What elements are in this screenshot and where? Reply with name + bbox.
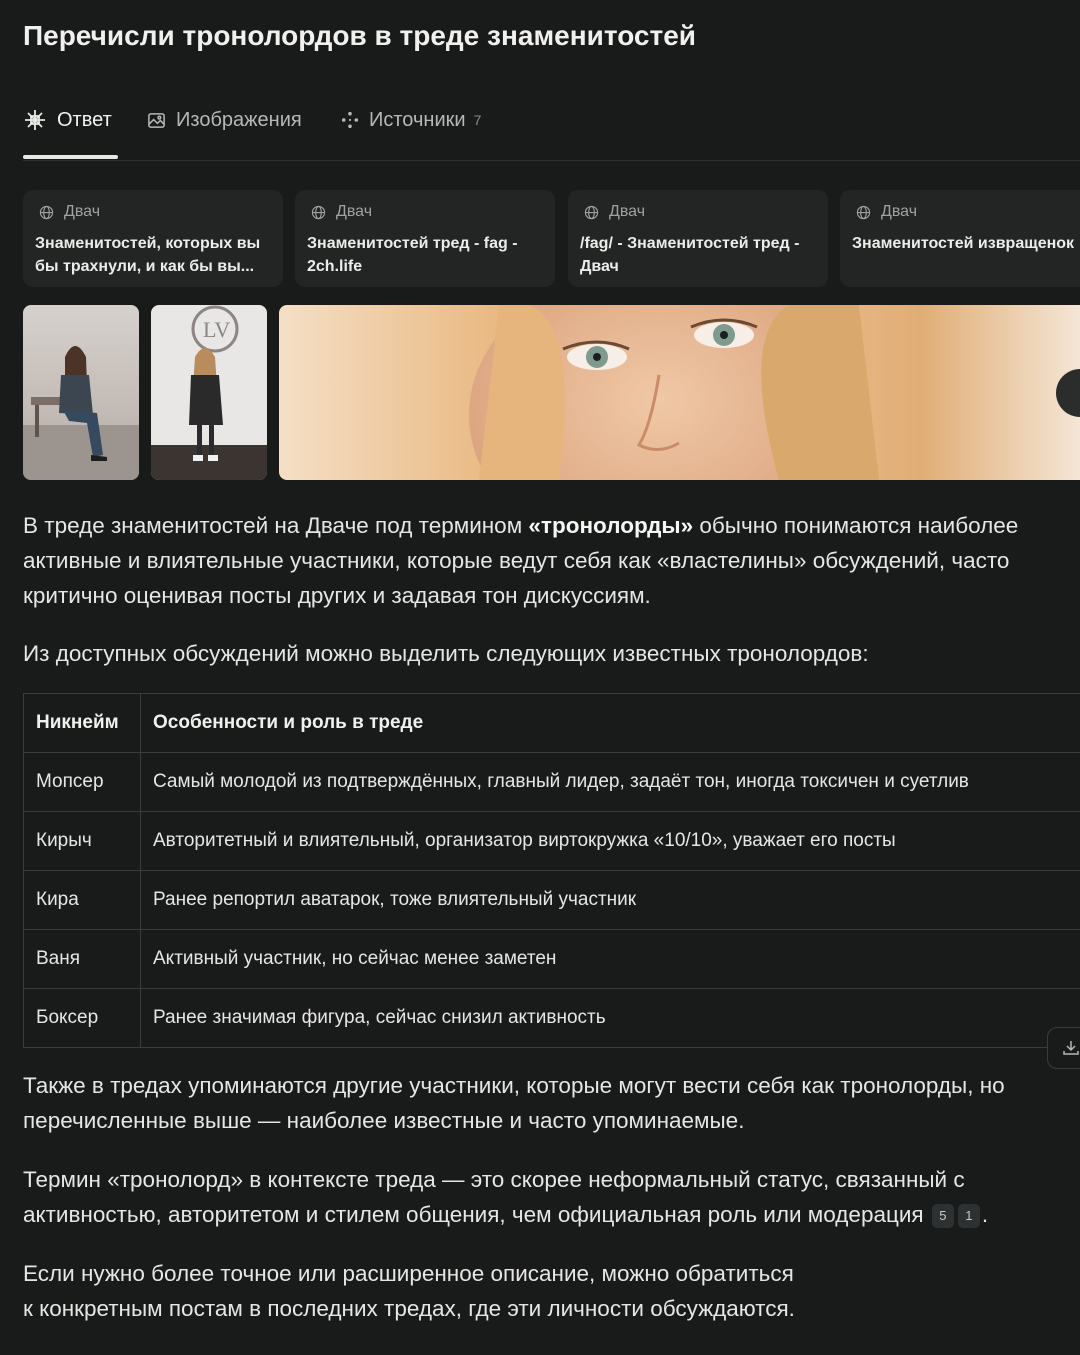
image-icon	[148, 112, 165, 128]
table-row: Ваня Активный участник, но сейчас менее …	[23, 929, 1080, 989]
table-header: Никнейм	[23, 693, 141, 753]
intro-text: В треде знаменитостей на Дваче под терми…	[23, 513, 529, 538]
answer-paragraph-more: Если нужно более точное или расширенное …	[23, 1256, 1063, 1326]
source-title: Знаменитостей извращенок тред #11 - hc -…	[852, 235, 1078, 252]
answer-paragraph-also: Также в тредах упоминаются другие участн…	[23, 1073, 1005, 1133]
table-row: Мопсер Самый молодой из подтверждённых, …	[23, 752, 1080, 812]
source-title: /fag/ - Знаменитостей тред - Двач	[580, 235, 800, 275]
table-row: Боксер Ранее значимая фигура, сейчас сни…	[23, 988, 1080, 1048]
sources-count: 7	[473, 112, 482, 128]
source-card[interactable]: Двач Знаменитостей, которых вы бы трахну…	[23, 190, 283, 287]
term-text: Термин «тронолорд» в контексте треда — э…	[23, 1167, 965, 1227]
download-icon	[1063, 1041, 1079, 1055]
globe-icon	[39, 205, 54, 219]
table-cell-nickname: Кирыч	[23, 811, 141, 871]
sources-icon	[341, 111, 359, 129]
page-title: Перечисли тронолордов в треде знаменитос…	[23, 20, 696, 51]
table-cell-role: Авторитетный и влиятельный, организатор …	[140, 811, 1080, 871]
source-title: Знаменитостей, которых вы бы трахнули, и…	[35, 235, 261, 275]
term-end-punct: .	[981, 1202, 989, 1227]
answer-intro: В треде знаменитостей на Дваче под терми…	[23, 508, 1063, 613]
source-cards: Двач Знаменитостей, которых вы бы трахну…	[23, 190, 1080, 287]
table-cell-nickname: Боксер	[23, 988, 141, 1048]
table-cell-role: Ранее репортил аватарок, тоже влиятельны…	[140, 870, 1080, 930]
table-cell-role: Ранее значимая фигура, сейчас снизил акт…	[140, 988, 1080, 1048]
result-image[interactable]	[23, 305, 139, 480]
more-text-line: к конкретным постам в последних тредах, …	[23, 1296, 795, 1321]
table-cell-role: Самый молодой из подтверждённых, главный…	[140, 752, 1080, 812]
source-card[interactable]: Двач /fag/ - Знаменитостей тред - Двач	[568, 190, 828, 287]
globe-icon	[856, 205, 871, 219]
tab-sources-label: Источники	[369, 108, 466, 131]
table-header: Особенности и роль в треде	[140, 693, 1080, 753]
source-site: Двач	[336, 203, 373, 220]
table-cell-nickname: Мопсер	[23, 752, 141, 812]
tab-images-label: Изображения	[176, 108, 302, 131]
download-table-button[interactable]	[1047, 1027, 1080, 1069]
table-cell-nickname: Ваня	[23, 929, 141, 989]
answer-paragraph-term: Термин «тронолорд» в контексте треда — э…	[23, 1162, 1063, 1232]
more-text-line: Если нужно более точное или расширенное …	[23, 1261, 794, 1286]
result-image-portrait[interactable]	[279, 305, 1080, 480]
tab-sources[interactable]: Источники 7	[341, 100, 481, 140]
intro-term: «тронолорды»	[528, 513, 694, 538]
tronolords-table: Никнейм Особенности и роль в треде Мопсе…	[23, 693, 1080, 1048]
active-tab-indicator	[23, 155, 118, 159]
tab-answer[interactable]: Ответ	[23, 100, 112, 140]
answer-icon	[25, 110, 45, 130]
table-header-row: Никнейм Особенности и роль в треде	[23, 693, 1080, 753]
result-image[interactable]: LV	[151, 305, 267, 480]
table-cell-role: Активный участник, но сейчас менее замет…	[140, 929, 1080, 989]
table-row: Кирыч Авторитетный и влиятельный, органи…	[23, 811, 1080, 871]
citation-badge[interactable]: 1	[957, 1204, 980, 1228]
citation-badge[interactable]: 5	[931, 1204, 954, 1228]
table-cell-nickname: Кира	[23, 870, 141, 930]
answer-lead: Из доступных обсуждений можно выделить с…	[23, 641, 869, 666]
svg-text:LV: LV	[203, 317, 230, 342]
source-card[interactable]: Двач Знаменитостей извращенок тред #11 -…	[840, 190, 1080, 287]
result-tabs: Ответ Изображения Источники 7	[23, 100, 1080, 161]
source-site: Двач	[64, 203, 101, 220]
source-site: Двач	[881, 203, 918, 220]
tab-answer-label: Ответ	[57, 108, 112, 131]
source-site: Двач	[609, 203, 646, 220]
source-title: Знаменитостей тред - fag - 2ch.life	[307, 235, 518, 275]
table-row: Кира Ранее репортил аватарок, тоже влият…	[23, 870, 1080, 930]
globe-icon	[311, 205, 326, 219]
tab-images[interactable]: Изображения	[147, 100, 302, 140]
globe-icon	[584, 205, 599, 219]
source-card[interactable]: Двач Знаменитостей тред - fag - 2ch.life	[295, 190, 555, 287]
